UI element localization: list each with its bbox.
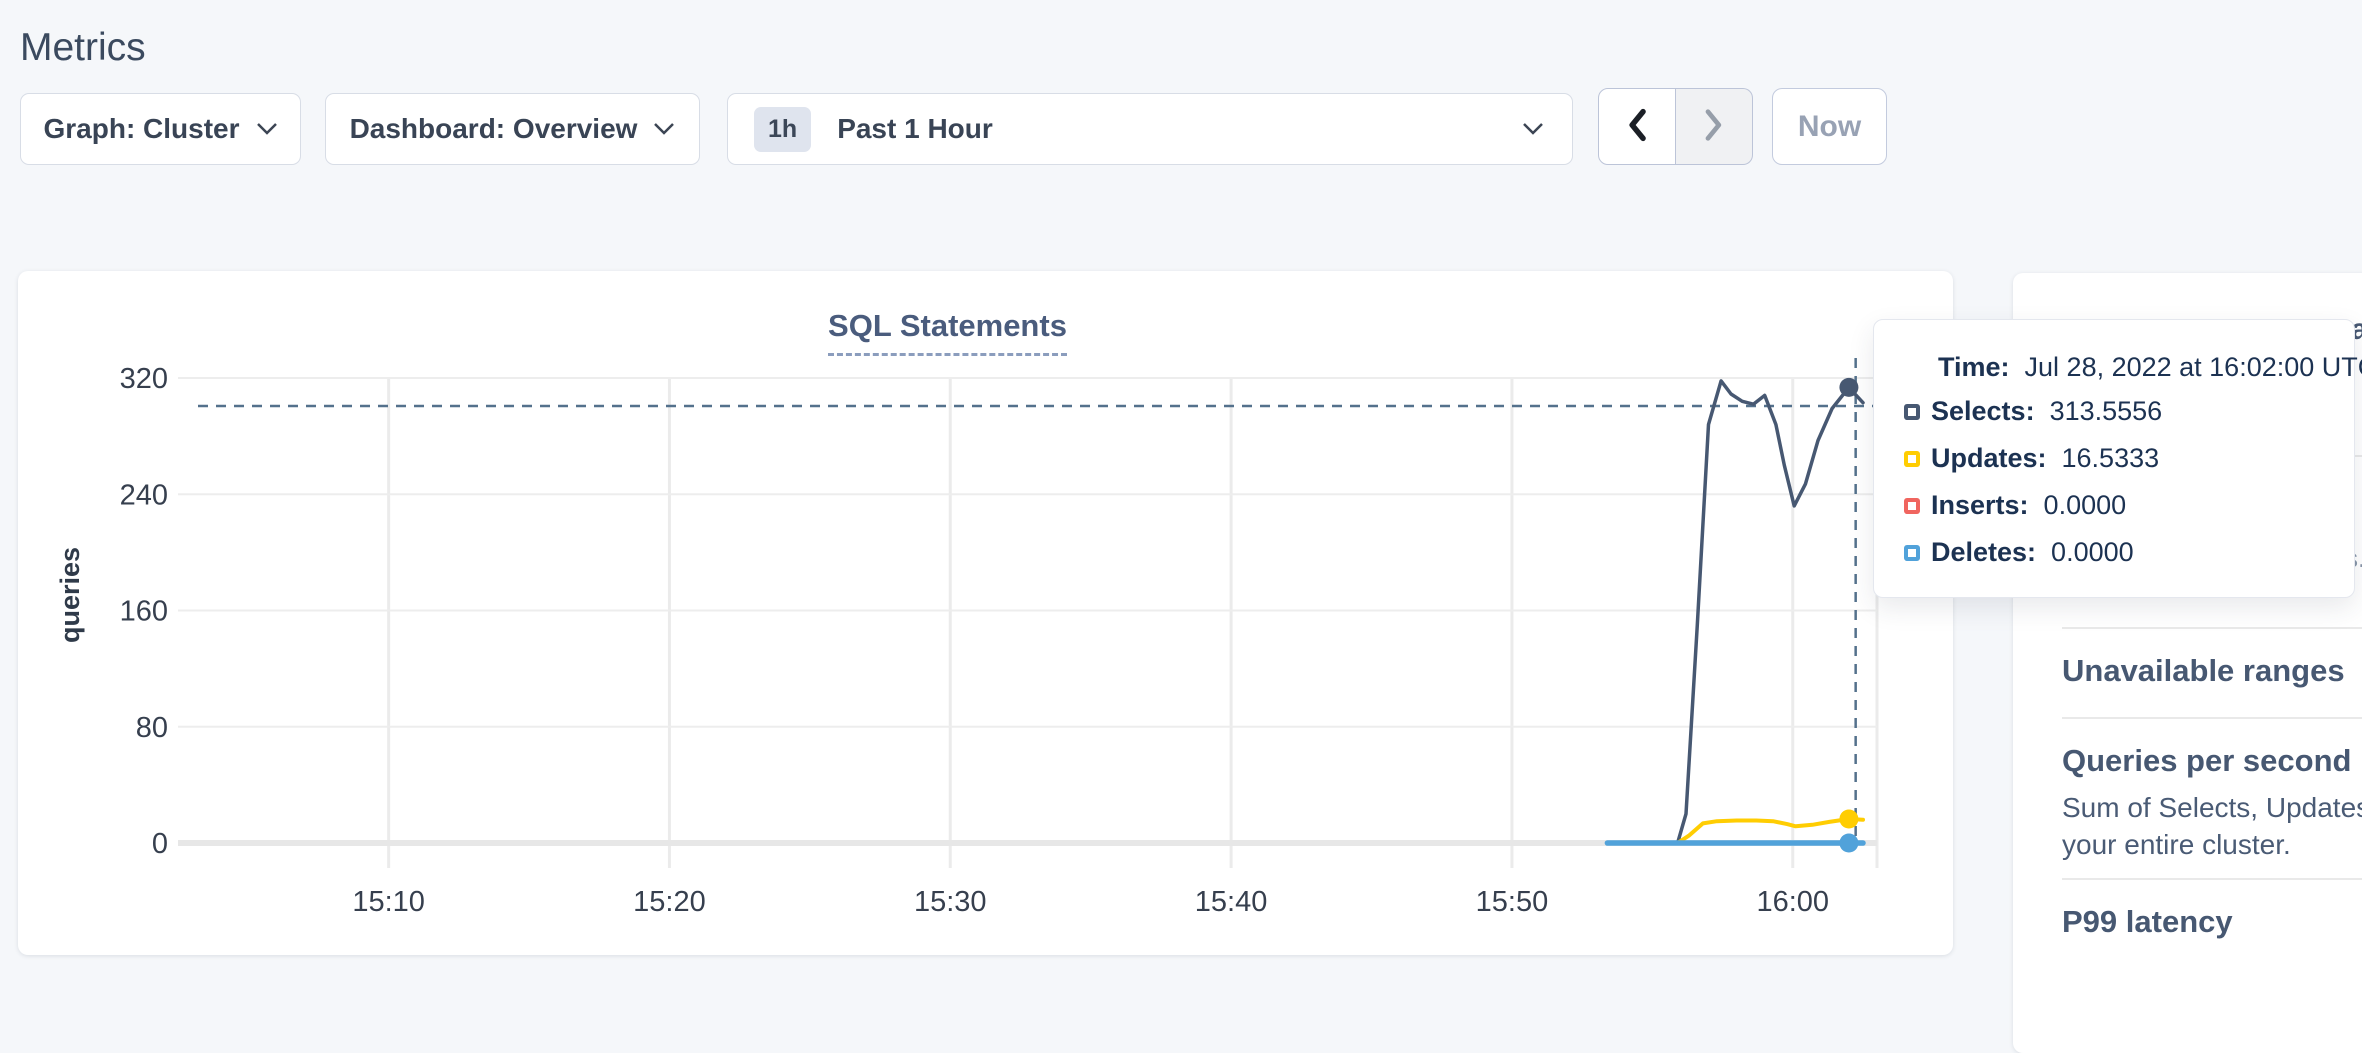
hover-dot-deletes <box>1839 834 1858 853</box>
x-tick-label: 16:00 <box>1756 886 1829 918</box>
x-tick-label: 15:40 <box>1195 886 1268 918</box>
tooltip-time-row: Time: Jul 28, 2022 at 16:02:00 UTC <box>1904 346 2354 388</box>
y-axis-label: queries <box>55 547 85 643</box>
sidebar-divider <box>2062 717 2362 719</box>
tooltip-inserts-label: Inserts: <box>1931 490 2029 521</box>
chevron-right-icon <box>1704 108 1724 145</box>
x-tick-label: 15:20 <box>633 886 706 918</box>
tooltip-time-value: Jul 28, 2022 at 16:02:00 UTC <box>2025 352 2362 383</box>
time-range-label: Past 1 Hour <box>837 113 993 145</box>
tooltip-deletes-row: Deletes: 0.0000 <box>1904 529 2354 576</box>
chart-hover-tooltip: Time: Jul 28, 2022 at 16:02:00 UTC Selec… <box>1873 319 2355 598</box>
tooltip-inserts-row: Inserts: 0.0000 <box>1904 482 2354 529</box>
x-tick-label: 15:30 <box>914 886 987 918</box>
sql-statements-chart-card: 0 80 160 240 320 15:10 15:20 15:30 15:40 15:50 16:… <box>18 271 1953 955</box>
deletes-series-swatch-icon <box>1904 545 1920 561</box>
sidebar-description-line: your entire cluster. <box>2062 826 2291 863</box>
time-range-dropdown[interactable]: 1h Past 1 Hour <box>727 93 1573 165</box>
tooltip-inserts-value: 0.0000 <box>2044 490 2127 521</box>
graph-selector-label: Graph: Cluster <box>43 113 239 145</box>
chevron-down-icon <box>653 122 675 136</box>
previous-time-button[interactable] <box>1598 88 1676 165</box>
hover-dot-updates <box>1839 809 1858 828</box>
chevron-left-icon <box>1627 108 1647 145</box>
y-tick-label: 0 <box>152 828 168 860</box>
series-line-selects <box>1607 381 1863 843</box>
inserts-series-swatch-icon <box>1904 498 1920 514</box>
tooltip-updates-value: 16.5333 <box>2062 443 2160 474</box>
chevron-down-icon <box>256 122 278 136</box>
chevron-down-icon <box>1522 122 1544 136</box>
tooltip-updates-label: Updates: <box>1931 443 2047 474</box>
y-tick-label: 320 <box>120 363 168 395</box>
tooltip-selects-row: Selects: 313.5556 <box>1904 388 2354 435</box>
next-time-button[interactable] <box>1676 88 1754 165</box>
sidebar-heading-unavailable-ranges: Unavailable ranges <box>2062 653 2345 689</box>
dashboard-selector-label: Dashboard: Overview <box>350 113 638 145</box>
y-tick-label: 80 <box>136 712 168 744</box>
tooltip-selects-label: Selects: <box>1931 396 2035 427</box>
tooltip-time-label: Time: <box>1938 352 2010 383</box>
tooltip-updates-row: Updates: 16.5333 <box>1904 435 2354 482</box>
now-button[interactable]: Now <box>1772 88 1887 165</box>
y-tick-label: 240 <box>120 479 168 511</box>
series-line-updates <box>1607 819 1863 843</box>
x-tick-label: 15:10 <box>352 886 425 918</box>
sql-statements-plot[interactable]: 0 80 160 240 320 15:10 15:20 15:30 15:40 15:50 16:… <box>18 271 1953 955</box>
chart-title-wrap: SQL Statements <box>18 308 1877 356</box>
page-title: Metrics <box>20 26 146 70</box>
sidebar-divider <box>2062 627 2362 629</box>
x-tick-label: 15:50 <box>1476 886 1549 918</box>
updates-series-swatch-icon <box>1904 451 1920 467</box>
sidebar-heading-p99-latency: P99 latency <box>2062 904 2233 940</box>
tooltip-deletes-value: 0.0000 <box>2051 537 2134 568</box>
tooltip-selects-value: 313.5556 <box>2050 396 2163 427</box>
tooltip-deletes-label: Deletes: <box>1931 537 2036 568</box>
hover-dot-selects <box>1839 378 1858 397</box>
time-range-badge: 1h <box>754 107 811 152</box>
sidebar-heading-queries-per-second: Queries per second <box>2062 743 2351 779</box>
sidebar-description-line: Sum of Selects, Updates, Inser <box>2062 789 2362 826</box>
graph-selector-dropdown[interactable]: Graph: Cluster <box>20 93 301 165</box>
selects-series-swatch-icon <box>1904 404 1920 420</box>
dashboard-selector-dropdown[interactable]: Dashboard: Overview <box>325 93 700 165</box>
time-pager <box>1598 88 1753 165</box>
sidebar-divider <box>2062 878 2362 880</box>
y-tick-label: 160 <box>120 596 168 628</box>
chart-title[interactable]: SQL Statements <box>828 308 1067 356</box>
